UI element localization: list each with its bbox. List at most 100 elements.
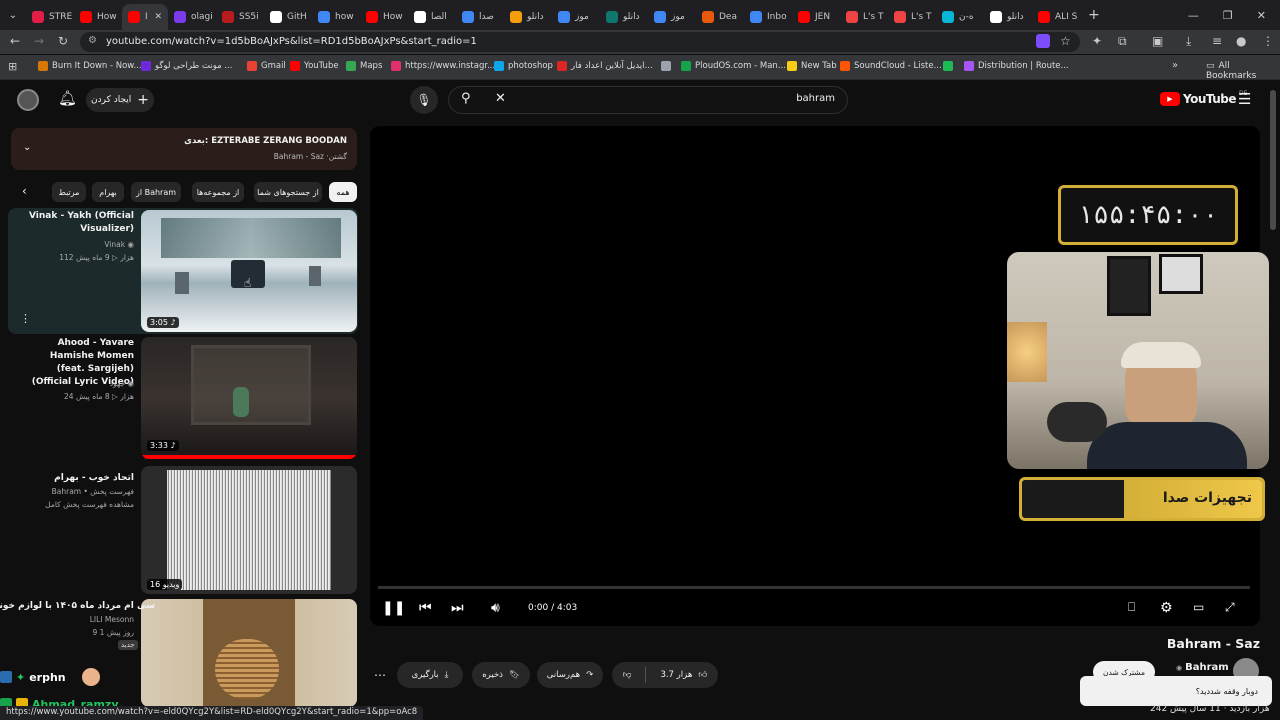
- browser-tab[interactable]: olagi: [168, 4, 216, 30]
- browser-tab[interactable]: STRE: [26, 4, 74, 30]
- browser-tab[interactable]: Inbo: [744, 4, 792, 30]
- theater-mode-icon[interactable]: ▭: [1193, 600, 1204, 614]
- more-bookmarks-icon[interactable]: »: [1172, 60, 1178, 71]
- filter-chip[interactable]: مرتبط: [52, 182, 86, 202]
- filter-chip[interactable]: از Bahram: [131, 182, 181, 202]
- volume-icon[interactable]: 🔊︎: [491, 600, 500, 616]
- browser-tab[interactable]: JEN: [792, 4, 840, 30]
- apps-grid-icon[interactable]: ⊞: [8, 60, 17, 73]
- video-thumbnail[interactable]: 3:05 ♪: [141, 210, 357, 332]
- more-actions-icon[interactable]: ⋯: [374, 668, 386, 682]
- bookmark-item[interactable]: Maps: [346, 61, 382, 71]
- voice-search-button[interactable]: 🎙︎: [410, 86, 438, 114]
- new-tab-button[interactable]: +: [1088, 7, 1100, 23]
- bookmark-item[interactable]: SoundCloud - Liste...: [840, 61, 942, 71]
- search-input[interactable]: bahram: [796, 93, 835, 104]
- search-box[interactable]: ⚲ ✕ bahram: [448, 86, 848, 114]
- playlist-header[interactable]: ⌄ بعدی: EZTERABE ZERANG BOODAN Bahram - …: [11, 128, 357, 170]
- browser-tab[interactable]: Dea: [696, 4, 744, 30]
- browser-tab[interactable]: دانلو: [600, 4, 648, 30]
- bookmark-item[interactable]: New Tab: [787, 61, 837, 71]
- guide-menu-icon[interactable]: ☰: [1238, 90, 1251, 108]
- page-scrollbar[interactable]: [1270, 90, 1276, 230]
- like-icon[interactable]: 👍︎: [698, 670, 707, 680]
- video-thumbnail[interactable]: [141, 599, 357, 707]
- browser-tab[interactable]: ه-ن: [936, 4, 984, 30]
- browser-tab[interactable]: L's T: [840, 4, 888, 30]
- chevron-down-icon[interactable]: ⌄: [23, 142, 31, 153]
- video-title[interactable]: سی ام مرداد ماه ۱۴۰۵ با لوازم خونه: [0, 600, 155, 613]
- download-button[interactable]: بارگیری ⤓: [397, 662, 463, 688]
- settings-gear-icon[interactable]: ⚙: [1160, 600, 1173, 616]
- bookmark-item[interactable]: YouTube: [290, 61, 339, 71]
- channel-name-main[interactable]: ◉ Bahram: [1176, 662, 1229, 673]
- downloads-icon[interactable]: ⤓: [1186, 34, 1191, 49]
- bookmark-item[interactable]: Burn It Down - Now...: [38, 61, 142, 71]
- pause-icon[interactable]: ❚❚: [382, 600, 405, 616]
- bookmark-item[interactable]: [943, 61, 957, 71]
- next-icon[interactable]: ⏭︎: [451, 600, 464, 616]
- bookmark-item[interactable]: https://www.instagr...: [391, 61, 495, 71]
- channel-name[interactable]: Bahram • فهرست پخش: [52, 487, 134, 496]
- close-window-icon[interactable]: ✕: [1257, 9, 1266, 22]
- browser-tab[interactable]: موز: [552, 4, 600, 30]
- address-bar[interactable]: ⚙ youtube.com/watch?v=1d5bBoAJxPs&list=R…: [80, 32, 1080, 52]
- extension-icon[interactable]: [1036, 34, 1050, 48]
- back-icon[interactable]: ←: [10, 34, 20, 48]
- browser-tab[interactable]: How: [74, 4, 122, 30]
- browser-tab[interactable]: SS5i: [216, 4, 264, 30]
- browser-tab[interactable]: ALI S: [1032, 4, 1080, 30]
- filter-chip[interactable]: همه: [329, 182, 357, 202]
- channel-name[interactable]: LILI Mesonn: [90, 615, 134, 624]
- video-title[interactable]: اتحاد خوب - بهرام: [14, 472, 134, 485]
- url-text[interactable]: youtube.com/watch?v=1d5bBoAJxPs&list=RD1…: [106, 36, 477, 47]
- site-info-icon[interactable]: ⚙: [88, 35, 97, 46]
- filter-chip[interactable]: از جستجوهای شما: [254, 182, 322, 202]
- view-full-playlist-link[interactable]: مشاهده فهرست پخش کامل: [45, 500, 134, 509]
- clear-search-icon[interactable]: ✕: [495, 91, 506, 106]
- search-icon[interactable]: ⚲: [461, 91, 471, 106]
- like-count[interactable]: 3.7 هزار: [660, 670, 692, 680]
- channel-name[interactable]: Vinak ◉: [104, 240, 134, 249]
- browser-tab[interactable]: How: [360, 4, 408, 30]
- tab-search-button[interactable]: ⌄: [0, 2, 26, 28]
- maximize-icon[interactable]: ❐: [1223, 9, 1233, 22]
- create-button[interactable]: ایجاد کردن +: [86, 88, 154, 112]
- subtitles-icon[interactable]: ⎕: [1128, 600, 1135, 615]
- browser-tab[interactable]: موز: [648, 4, 696, 30]
- reading-list-icon[interactable]: ≡: [1212, 34, 1222, 48]
- share-button[interactable]: هم‌رسانی ↷: [537, 662, 603, 688]
- bookmark-item[interactable]: photoshop: [494, 61, 553, 71]
- tab-groups-icon[interactable]: ▣: [1152, 34, 1163, 48]
- avatar[interactable]: [17, 89, 39, 111]
- seek-bar[interactable]: [378, 586, 1250, 589]
- youtube-logo[interactable]: ▶ YouTube DE: [1160, 90, 1247, 106]
- browser-tab[interactable]: صدا: [456, 4, 504, 30]
- save-button[interactable]: ذخیره 🔖︎: [472, 662, 530, 688]
- bookmark-item[interactable]: مونت طراحی لوگو ...: [141, 61, 232, 71]
- extension-puzzle-icon[interactable]: ✦: [1092, 34, 1102, 48]
- chrome-menu-icon[interactable]: ⋮: [1262, 34, 1274, 48]
- chips-scroll-left-icon[interactable]: ‹: [22, 184, 27, 198]
- bookmark-item[interactable]: Gmail: [247, 61, 286, 71]
- video-thumbnail[interactable]: 3:33 ♪: [141, 337, 357, 459]
- notifications-bell-icon[interactable]: 🔔︎: [58, 89, 77, 107]
- playlist-thumbnail[interactable]: 16 ویدیو: [141, 466, 357, 594]
- all-bookmarks-link[interactable]: ▭ All Bookmarks: [1206, 61, 1280, 81]
- reload-icon[interactable]: ↻: [58, 34, 68, 48]
- forward-icon[interactable]: →: [34, 34, 44, 48]
- fullscreen-icon[interactable]: ⤢: [1225, 600, 1235, 615]
- browser-tab[interactable]: L's T: [888, 4, 936, 30]
- channel-name[interactable]: جهود ◉: [110, 379, 134, 388]
- filter-chip[interactable]: از مجموعه‌ها: [192, 182, 244, 202]
- browser-tab[interactable]: I ✕: [122, 4, 168, 30]
- previous-icon[interactable]: ⏮︎: [419, 600, 432, 616]
- bookmark-star-icon[interactable]: ☆: [1060, 34, 1071, 48]
- bookmark-item[interactable]: PloudOS.com - Man...: [681, 61, 786, 71]
- browser-tab[interactable]: GitH: [264, 4, 312, 30]
- extensions-icon[interactable]: ⧉: [1118, 34, 1127, 49]
- profile-icon[interactable]: ●: [1236, 34, 1246, 48]
- dislike-icon[interactable]: 👎︎: [623, 670, 632, 680]
- bookmark-item[interactable]: [661, 61, 675, 71]
- browser-tab[interactable]: الصا: [408, 4, 456, 30]
